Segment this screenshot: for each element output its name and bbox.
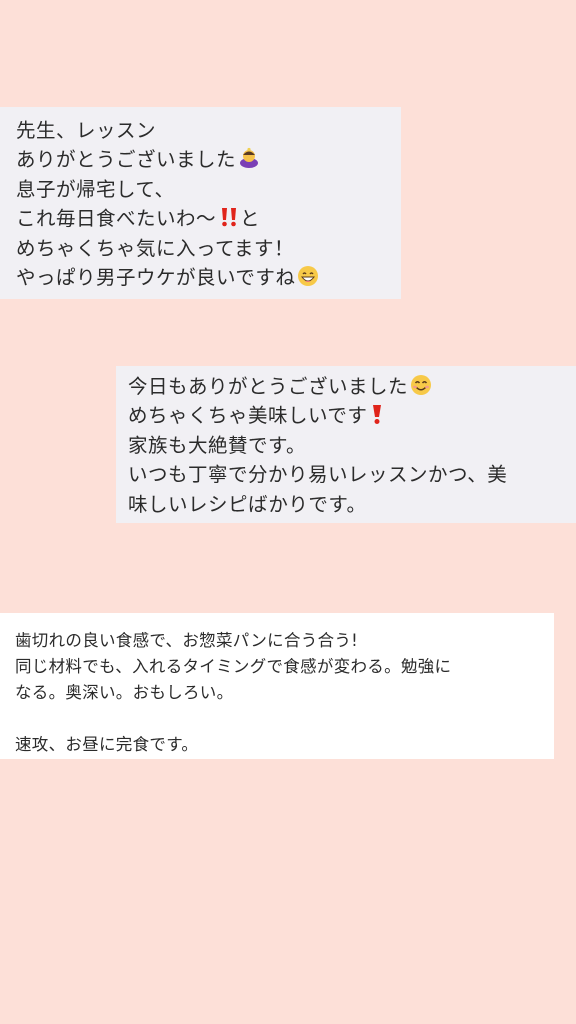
message-bubble-1: 先生、レッスン ありがとうございました 息子が帰宅して、 これ毎日食べたいわ〜と…	[0, 107, 401, 299]
message-text-line: めちゃくちゃ美味しいです	[128, 401, 576, 430]
message-text-line: 同じ材料でも、入れるタイミングで食感が変わる。勉強に	[15, 657, 452, 676]
message-text-line: 先生、レッスン	[16, 119, 157, 142]
grinning-face-icon	[297, 265, 319, 287]
message-text-line: 息子が帰宅して、	[16, 177, 175, 201]
message-bubble-2: 今日もありがとうございました めちゃくちゃ美味しいです 家族も大絶賛です。 いつ…	[116, 366, 576, 523]
chat-screen: { "messages": [ { "lines": [ "先生、レッスン", …	[0, 0, 576, 1024]
message-text-line: やっぱり男子ウケが良いですね	[16, 263, 401, 292]
message-text: めちゃくちゃ美味しいです	[128, 404, 368, 428]
message-text-line: 歯切れの良い食感で、お惣菜パンに合う合う!	[15, 631, 359, 650]
smiling-face-icon	[410, 374, 432, 396]
message-text-line: めちゃくちゃ気に入ってます！	[16, 236, 295, 260]
message-text-line: 速攻、お昼に完食です。	[15, 735, 199, 754]
message-text: ありがとうございました	[16, 148, 237, 172]
message-text-line: これ毎日食べたいわ〜と	[16, 204, 401, 233]
message-text-line: 今日もありがとうございました	[128, 372, 576, 401]
message-text: 今日もありがとうございました	[128, 375, 409, 398]
message-text-line: ありがとうございました	[16, 145, 401, 174]
message-text: と	[240, 207, 261, 231]
bowing-person-icon	[238, 147, 260, 169]
message-text-line: なる。奥深い。おもしろい。	[15, 683, 234, 702]
message-text: やっぱり男子ウケが良いですね	[16, 266, 296, 290]
message-text-line: いつも丁寧で分かり易いレッスンかつ、美	[128, 463, 508, 487]
message-text-line: 家族も大絶賛です。	[128, 433, 307, 457]
message-bubble-3: 歯切れの良い食感で、お惣菜パンに合う合う! 同じ材料でも、入れるタイミングで食感…	[0, 613, 554, 759]
heavy-exclamation-icon	[369, 403, 385, 425]
message-text-line: 味しいレシピばかりです。	[128, 492, 367, 516]
double-exclamation-icon	[218, 206, 240, 228]
message-text: これ毎日食べたいわ〜	[16, 207, 217, 231]
